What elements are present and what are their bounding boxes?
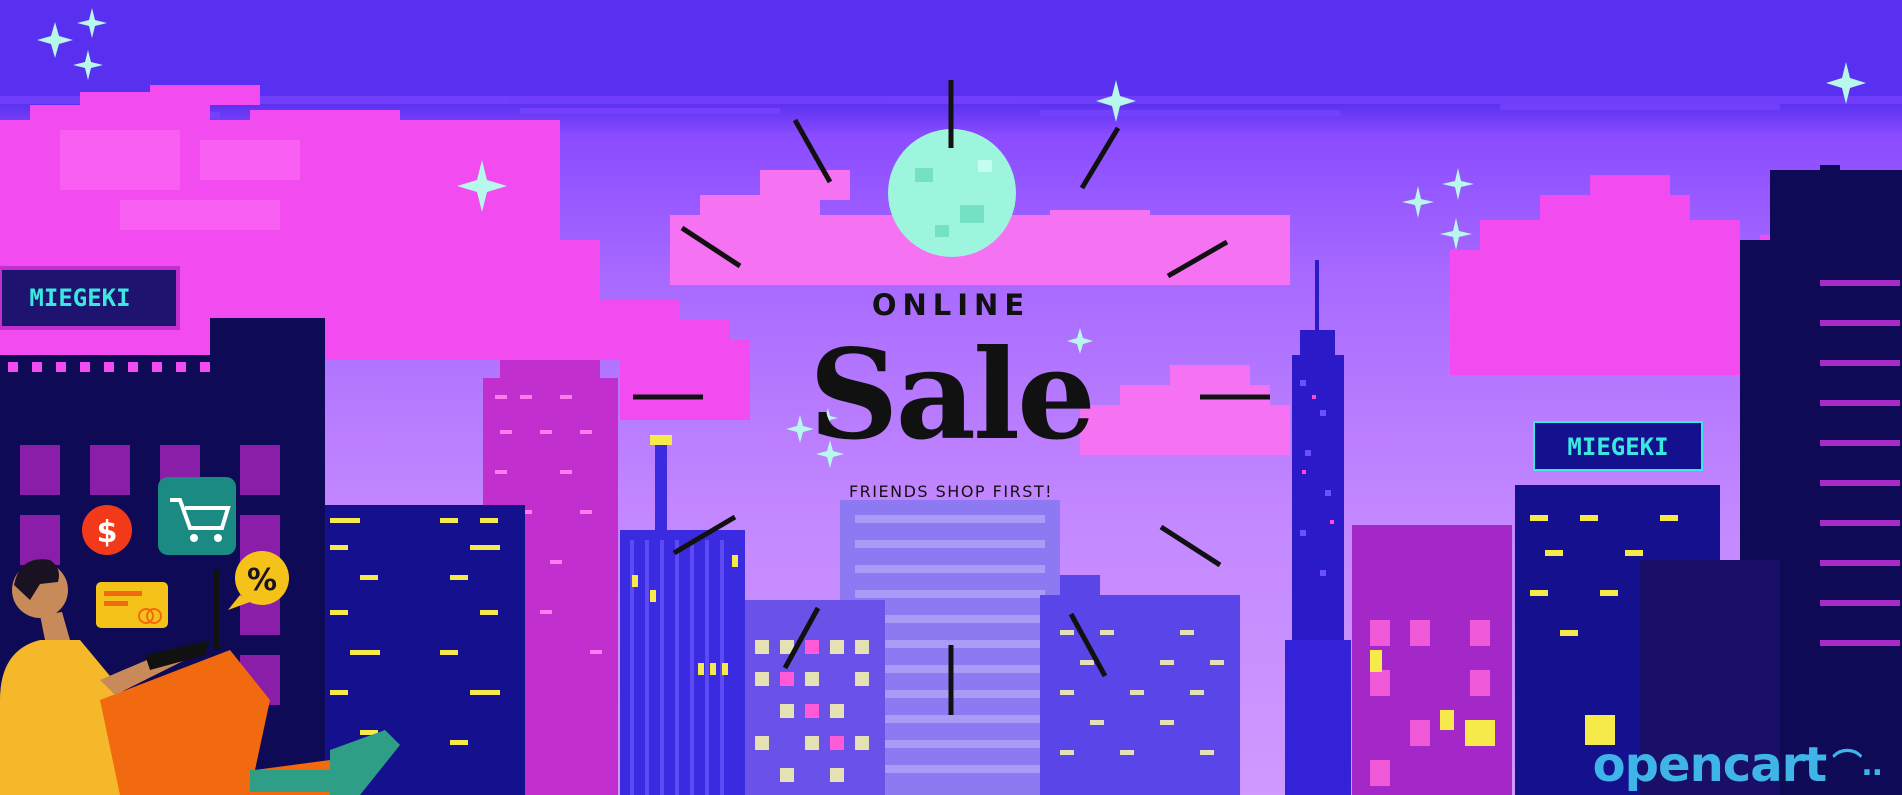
building-center-right bbox=[1040, 575, 1240, 795]
svg-text:$: $ bbox=[97, 515, 118, 550]
brand-wordmark: opencart bbox=[1592, 737, 1828, 793]
promo-banner: MIEGEKI MIEGEKI $ % ONLINE Sale FRIENDS … bbox=[0, 0, 1902, 795]
opencart-logo[interactable]: opencart ⌒.. bbox=[1592, 737, 1883, 793]
dollar-icon: $ bbox=[82, 505, 132, 555]
tagline: FRIENDS SHOP FIRST! bbox=[848, 482, 1054, 501]
moon-icon bbox=[888, 129, 1016, 257]
credit-card-icon bbox=[96, 582, 168, 628]
svg-text:%: % bbox=[247, 563, 277, 598]
building-lower-center-left bbox=[745, 600, 885, 795]
cart-logo-icon: ⌒.. bbox=[1832, 748, 1883, 783]
headline-online: ONLINE bbox=[871, 288, 1031, 322]
headline-sale: Sale bbox=[809, 323, 1096, 468]
building-magenta-right bbox=[1352, 525, 1512, 795]
